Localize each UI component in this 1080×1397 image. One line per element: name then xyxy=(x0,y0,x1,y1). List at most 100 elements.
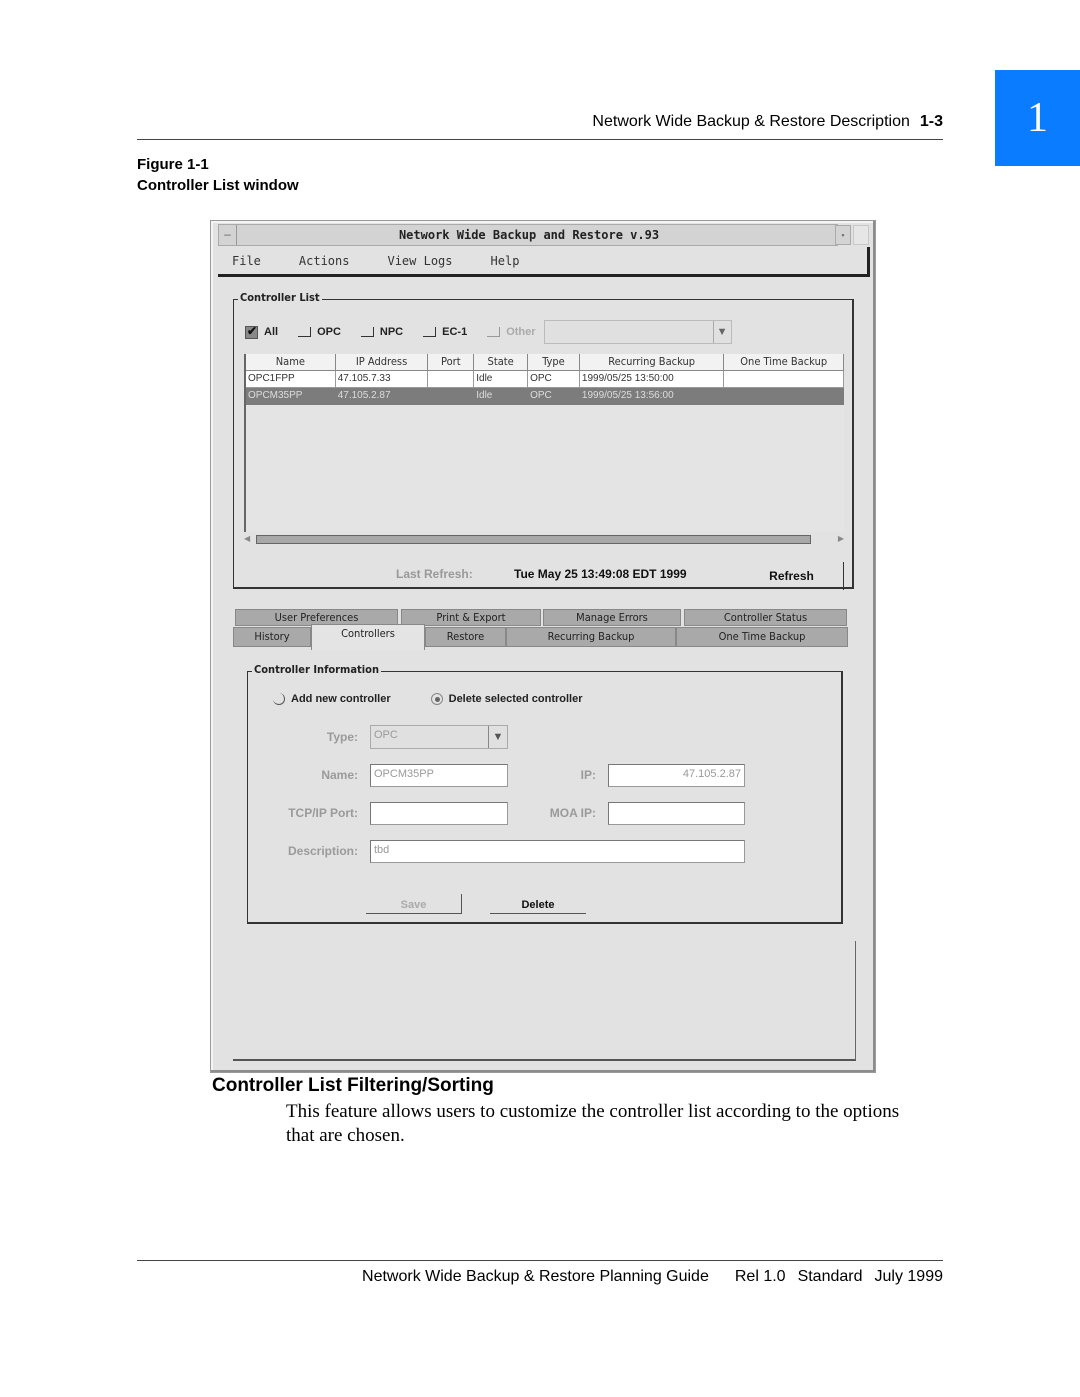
menu-actions[interactable]: Actions xyxy=(299,254,350,268)
tab-recurring-backup[interactable]: Recurring Backup xyxy=(506,627,676,647)
tab-restore[interactable]: Restore xyxy=(425,627,506,647)
checkbox-unchecked-icon[interactable] xyxy=(298,327,312,337)
app-window: – Network Wide Backup and Restore v.93 ▪… xyxy=(210,220,876,1073)
column-header-port[interactable]: Port xyxy=(428,354,475,370)
ip-label: IP: xyxy=(580,768,596,782)
cell-name: OPCM35PP xyxy=(246,388,336,405)
window-menu-icon[interactable]: – xyxy=(219,225,237,245)
cell-port xyxy=(428,371,475,387)
horizontal-scrollbar[interactable]: ◀ ▶ xyxy=(244,534,844,546)
cell-ip: 47.105.7.33 xyxy=(336,371,429,387)
delete-button[interactable]: Delete xyxy=(490,894,586,914)
tcp-port-label: TCP/IP Port: xyxy=(288,806,358,820)
radio-add-controller[interactable]: Add new controller xyxy=(273,693,391,705)
last-refresh-label: Last Refresh: xyxy=(396,567,473,581)
moa-ip-label: MOA IP: xyxy=(549,806,596,820)
dropdown-arrow-icon[interactable]: ▼ xyxy=(712,321,731,343)
filter-ec1-label: EC-1 xyxy=(442,326,468,338)
cell-one-time-backup xyxy=(724,371,844,387)
footer-status: Standard xyxy=(797,1268,863,1285)
scrollbar-thumb[interactable] xyxy=(256,535,811,544)
running-header-title: Network Wide Backup & Restore Descriptio… xyxy=(592,113,910,130)
filter-opc[interactable]: OPC xyxy=(298,326,341,338)
tab-controllers[interactable]: Controllers xyxy=(311,624,425,650)
tab-history[interactable]: History xyxy=(233,627,311,647)
cell-ip: 47.105.2.87 xyxy=(336,388,429,405)
header-divider xyxy=(137,139,943,140)
column-header-one-time-backup[interactable]: One Time Backup xyxy=(724,354,844,370)
radio-add-label: Add new controller xyxy=(291,693,391,705)
tab-controller-status[interactable]: Controller Status xyxy=(684,609,847,626)
maximize-icon[interactable] xyxy=(853,225,869,245)
controller-table: Name IP Address Port State Type Recurrin… xyxy=(244,354,844,532)
section-body: This feature allows users to customize t… xyxy=(286,1101,900,1146)
checkbox-checked-icon[interactable] xyxy=(245,324,258,339)
ip-field[interactable]: 47.105.2.87 xyxy=(608,764,745,787)
page-footer: Network Wide Backup & Restore Planning G… xyxy=(137,1268,943,1286)
cell-one-time-backup xyxy=(724,388,844,405)
footer-guide-title: Network Wide Backup & Restore Planning G… xyxy=(362,1268,709,1285)
save-button[interactable]: Save xyxy=(366,894,462,914)
type-select-value: OPC xyxy=(374,729,398,741)
column-header-name[interactable]: Name xyxy=(246,354,336,370)
tab-content-panel xyxy=(233,941,856,1061)
moa-ip-field[interactable] xyxy=(608,802,745,825)
description-field[interactable]: tbd xyxy=(370,840,745,863)
minimize-icon[interactable]: ▪ xyxy=(835,225,851,245)
type-select[interactable]: OPC ▼ xyxy=(370,725,508,749)
column-header-type[interactable]: Type xyxy=(528,354,580,370)
cell-recurring-backup: 1999/05/25 13:50:00 xyxy=(580,371,725,387)
menu-help[interactable]: Help xyxy=(491,254,520,268)
tab-one-time-backup[interactable]: One Time Backup xyxy=(676,627,848,647)
cell-type: OPC xyxy=(528,371,580,387)
table-row[interactable]: OPC1FPP 47.105.7.33 Idle OPC 1999/05/25 … xyxy=(246,371,844,388)
other-type-combo[interactable]: ▼ xyxy=(543,320,732,344)
footer-date: July 1999 xyxy=(874,1268,944,1285)
checkbox-unchecked-icon[interactable] xyxy=(360,327,374,337)
controller-list-legend: Controller List xyxy=(238,291,322,304)
section-heading: Controller List Filtering/Sorting xyxy=(212,1075,494,1096)
footer-release: Rel 1.0 xyxy=(734,1268,786,1285)
radio-delete-controller[interactable]: Delete selected controller xyxy=(430,693,583,705)
column-header-state[interactable]: State xyxy=(474,354,529,370)
filter-all[interactable]: All xyxy=(245,324,279,339)
tab-manage-errors[interactable]: Manage Errors xyxy=(543,609,681,626)
figure-caption: Controller List window xyxy=(137,177,299,194)
column-header-recurring-backup[interactable]: Recurring Backup xyxy=(580,354,725,370)
checkbox-unchecked-icon[interactable] xyxy=(423,327,437,337)
cell-state: Idle xyxy=(474,388,529,405)
filter-npc-label: NPC xyxy=(379,326,404,338)
filter-ec1[interactable]: EC-1 xyxy=(423,326,467,338)
figure-number: Figure 1-1 xyxy=(137,156,209,173)
menu-bar: File Actions View Logs Help xyxy=(218,247,870,277)
filter-opc-label: OPC xyxy=(317,326,341,338)
filter-npc[interactable]: NPC xyxy=(360,326,404,338)
column-header-ip[interactable]: IP Address xyxy=(336,354,429,370)
controller-info-legend: Controller Information xyxy=(252,663,382,676)
filter-other-label: Other xyxy=(506,326,536,338)
cell-state: Idle xyxy=(474,371,529,387)
scroll-right-icon[interactable]: ▶ xyxy=(832,534,844,546)
checkbox-unchecked-icon[interactable] xyxy=(487,327,501,337)
menu-file[interactable]: File xyxy=(232,254,261,268)
filter-other[interactable]: Other xyxy=(487,326,536,338)
dropdown-arrow-icon[interactable]: ▼ xyxy=(488,726,507,748)
filter-row: All OPC NPC EC-1 Other ▼ xyxy=(245,320,732,344)
controller-info-group: Controller Information Add new controlle… xyxy=(247,663,843,924)
table-header: Name IP Address Port State Type Recurrin… xyxy=(246,354,844,371)
menu-view-logs[interactable]: View Logs xyxy=(387,254,452,268)
tab-bar: User Preferences Print & Export Manage E… xyxy=(233,607,858,652)
footer-divider xyxy=(137,1260,943,1261)
refresh-button[interactable]: Refresh xyxy=(744,562,844,590)
cell-name: OPC1FPP xyxy=(246,371,336,387)
controller-list-group: Controller List All OPC NPC EC-1 Other xyxy=(233,291,854,590)
table-row-selected[interactable]: OPCM35PP 47.105.2.87 Idle OPC 1999/05/25… xyxy=(246,388,844,405)
radio-on-icon[interactable] xyxy=(430,693,443,705)
radio-off-icon[interactable] xyxy=(273,693,285,705)
title-bar[interactable]: – Network Wide Backup and Restore v.93 xyxy=(218,224,838,246)
last-refresh-value: Tue May 25 13:49:08 EDT 1999 xyxy=(514,567,687,581)
scroll-left-icon[interactable]: ◀ xyxy=(244,534,256,546)
type-label: Type: xyxy=(326,730,358,744)
chapter-tab: 1 xyxy=(995,70,1080,166)
filter-all-label: All xyxy=(264,326,279,338)
